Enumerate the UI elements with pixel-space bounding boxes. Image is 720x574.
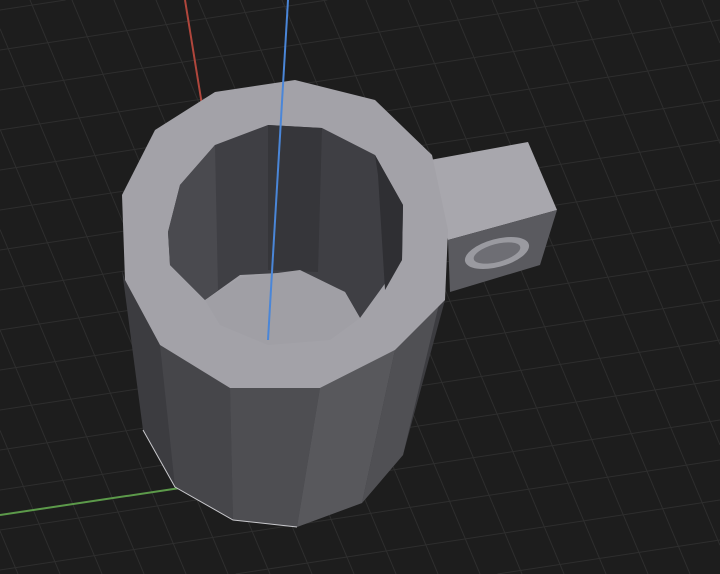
3d-viewport[interactable] <box>0 0 720 574</box>
grid-line <box>575 0 720 345</box>
grid-line <box>491 0 720 546</box>
grid-line <box>617 0 720 245</box>
grid-line <box>0 0 66 11</box>
grid-line <box>533 0 720 446</box>
grid-line <box>497 539 720 574</box>
mug-model[interactable] <box>122 80 557 528</box>
grid-line <box>0 0 328 51</box>
y-axis-line <box>0 487 181 516</box>
grid-line <box>0 329 103 574</box>
grid-line <box>0 0 590 91</box>
viewport-canvas[interactable] <box>0 0 720 574</box>
grid-line <box>0 229 145 574</box>
